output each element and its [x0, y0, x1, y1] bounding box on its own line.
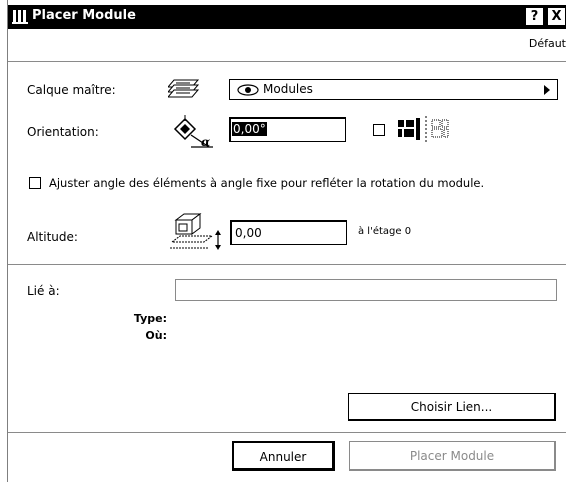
linked-to-label: Lié à: — [27, 284, 60, 298]
altitude-value: 0,00 — [235, 226, 262, 240]
cancel-button[interactable]: Annuler — [232, 441, 335, 471]
title-bar[interactable]: Placer Module ? X — [8, 5, 566, 29]
choose-link-button[interactable]: Choisir Lien... — [348, 393, 556, 421]
rotation-angle-icon: α — [173, 115, 213, 149]
master-layer-label: Calque maître: — [27, 83, 116, 97]
type-label: Type: — [133, 312, 167, 325]
close-button[interactable]: X — [548, 8, 565, 25]
eye-icon — [237, 84, 259, 96]
module-icon — [12, 10, 28, 24]
altitude-icon — [170, 213, 221, 250]
adjust-angle-label: Ajuster angle des éléments à angle fixe … — [49, 176, 485, 190]
orientation-value: 0,00° — [232, 122, 267, 136]
divider — [8, 432, 566, 433]
place-module-button[interactable]: Placer Module — [349, 441, 556, 471]
help-button[interactable]: ? — [526, 8, 543, 25]
orientation-input[interactable]: 0,00° — [229, 117, 346, 142]
master-layer-select[interactable]: Modules — [229, 79, 558, 100]
dialog-title: Placer Module — [32, 8, 136, 23]
linked-to-field[interactable] — [175, 279, 557, 301]
default-label: Défaut — [528, 37, 566, 50]
dropdown-arrow-icon — [544, 85, 550, 95]
svg-text:α: α — [201, 135, 210, 149]
mirror-checkbox[interactable] — [373, 124, 385, 136]
divider — [8, 264, 566, 265]
adjust-angle-checkbox[interactable] — [29, 177, 41, 189]
master-layer-value: Modules — [263, 82, 313, 96]
altitude-input[interactable]: 0,00 — [230, 220, 347, 245]
layer-icon — [168, 79, 200, 98]
altitude-label: Altitude: — [27, 230, 78, 244]
orientation-label: Orientation: — [27, 125, 99, 139]
where-label: Où: — [145, 329, 167, 342]
mirror-icon — [398, 116, 449, 144]
placer-module-dialog: Placer Module ? X Défaut Calque maître: … — [7, 0, 566, 482]
divider — [8, 61, 566, 62]
altitude-reference: à l'étage 0 — [358, 226, 412, 237]
